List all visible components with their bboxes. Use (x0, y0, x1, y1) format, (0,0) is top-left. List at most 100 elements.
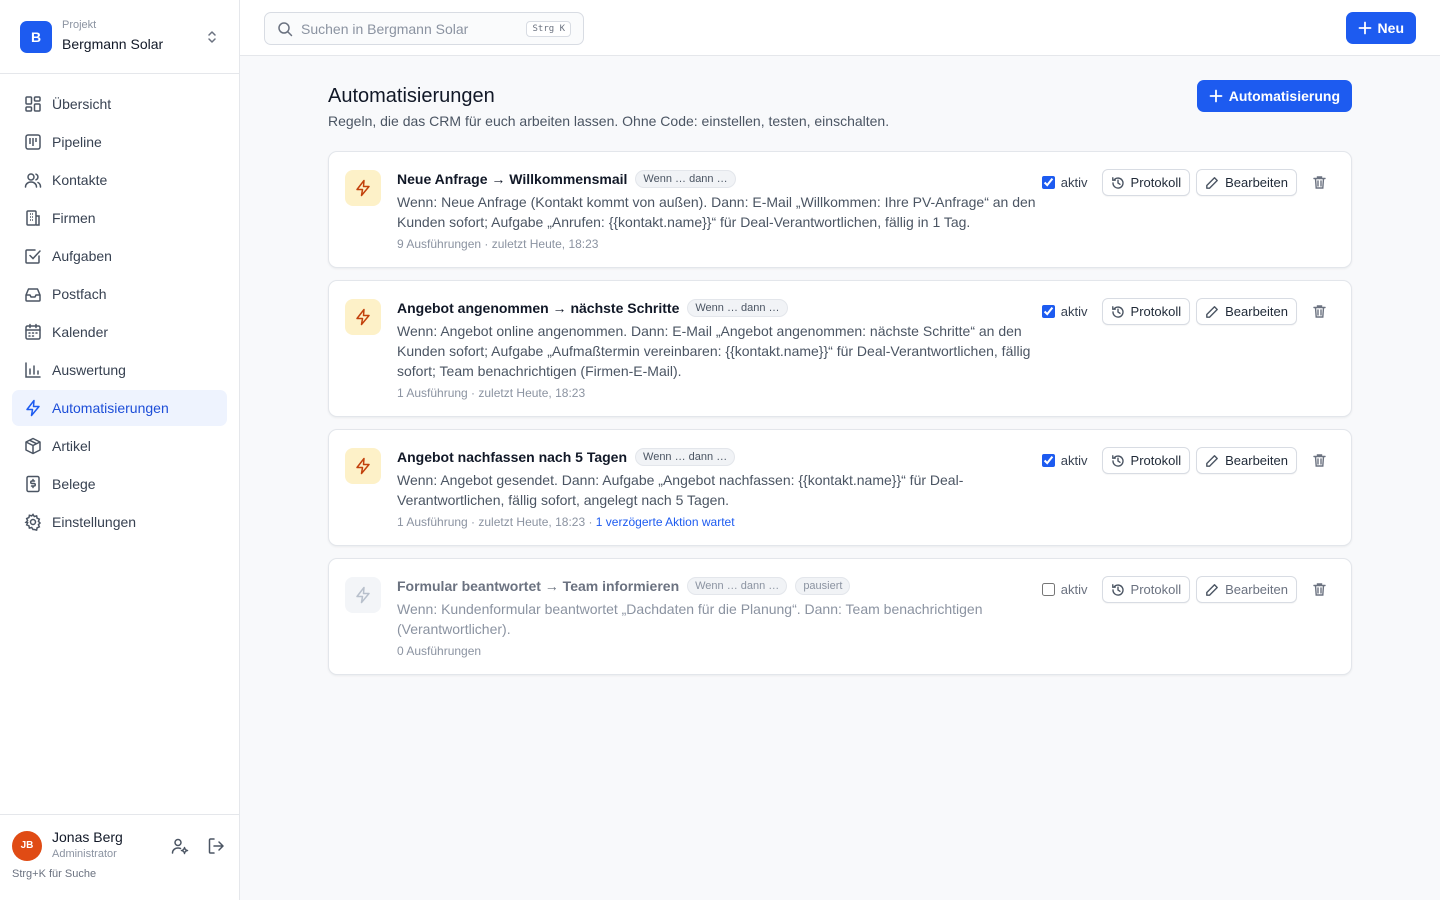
automation-card: Angebot angenommen → nächste Schritte We… (328, 280, 1352, 417)
gear-icon (24, 513, 42, 531)
project-kicker: Projekt (62, 19, 97, 31)
page-subtitle: Regeln, die das CRM für euch arbeiten la… (328, 113, 890, 129)
nav-label: Firmen (52, 210, 96, 226)
nav-item-kontakte[interactable]: Kontakte (12, 162, 227, 198)
bolt-icon (345, 299, 381, 335)
new-button[interactable]: Neu (1345, 12, 1416, 44)
rule-type-chip: Wenn … dann … (635, 170, 736, 188)
project-switcher[interactable]: B Projekt Bergmann Solar (0, 0, 239, 74)
search-icon (277, 21, 293, 37)
rule-type-chip: Wenn … dann … (687, 577, 788, 595)
search-input[interactable] (301, 20, 527, 37)
nav-item-artikel[interactable]: Artikel (12, 428, 227, 464)
building-icon (24, 209, 42, 227)
log-button[interactable]: Protokoll (1101, 576, 1191, 603)
edit-label: Bearbeiten (1225, 582, 1288, 597)
history-icon (1111, 176, 1125, 190)
users-icon (24, 171, 42, 189)
edit-label: Bearbeiten (1225, 304, 1288, 319)
nav-item-aufgaben[interactable]: Aufgaben (12, 238, 227, 274)
automation-description: Wenn: Neue Anfrage (Kontakt kommt von au… (397, 194, 1036, 230)
search-shortcut-hint: Strg+K für Suche (12, 868, 97, 880)
automation-title: Angebot nachfassen nach 5 Tagen (397, 449, 628, 465)
nav-item-einstellungen[interactable]: Einstellungen (12, 504, 227, 540)
active-checkbox[interactable] (1041, 583, 1055, 596)
edit-button[interactable]: Bearbeiten (1196, 576, 1297, 603)
active-checkbox[interactable] (1041, 454, 1055, 467)
pencil-icon (1205, 454, 1219, 468)
trash-icon[interactable] (1307, 171, 1331, 195)
log-label: Protokoll (1130, 304, 1182, 319)
nav-item-belege[interactable]: Belege (12, 466, 227, 502)
automation-meta: 1 Ausführung · zuletzt Heute, 18:23 · 1 … (397, 515, 1331, 529)
pipeline-icon (24, 133, 42, 151)
automation-meta-text: 1 Ausführung · zuletzt Heute, 18:23 · (397, 515, 596, 529)
nav-label: Automatisierungen (52, 400, 169, 416)
checkbox-icon (24, 247, 42, 265)
project-text: Projekt Bergmann Solar (62, 19, 205, 54)
page-title: Automatisierungen (328, 85, 495, 107)
nav-label: Kalender (52, 324, 109, 340)
nav-label: Postfach (52, 286, 107, 302)
active-toggle[interactable]: aktiv (1041, 582, 1088, 597)
nav-item-postfach[interactable]: Postfach (12, 276, 227, 312)
edit-button[interactable]: Bearbeiten (1196, 447, 1297, 474)
chevron-updown-icon[interactable] (205, 27, 219, 47)
user-settings-icon[interactable] (169, 835, 191, 857)
nav-label: Artikel (52, 438, 91, 454)
automation-title: Formular beantwortet → Team informieren (397, 578, 680, 594)
automation-description: Wenn: Angebot online angenommen. Dann: E… (397, 323, 1031, 379)
bolt-icon (345, 577, 381, 613)
active-toggle[interactable]: aktiv (1041, 175, 1088, 190)
inbox-icon (24, 285, 42, 303)
trash-icon[interactable] (1307, 300, 1331, 324)
project-name: Bergmann Solar (62, 36, 164, 52)
delayed-action-link[interactable]: 1 verzögerte Aktion wartet (596, 515, 735, 529)
nav-item-kalender[interactable]: Kalender (12, 314, 227, 350)
log-button[interactable]: Protokoll (1101, 447, 1191, 474)
active-label: aktiv (1060, 582, 1088, 597)
log-label: Protokoll (1130, 453, 1182, 468)
status-badge: pausiert (795, 577, 851, 595)
add-automation-button[interactable]: Automatisierung (1196, 80, 1352, 112)
automation-description: Wenn: Angebot gesendet. Dann: Aufgabe „A… (397, 472, 964, 508)
automation-actions: aktiv Protokoll Bearbeiten (1041, 447, 1331, 474)
avatar[interactable]: JB (12, 830, 42, 861)
active-checkbox[interactable] (1041, 176, 1055, 189)
automation-meta: 1 Ausführung · zuletzt Heute, 18:23 (397, 386, 586, 400)
active-toggle[interactable]: aktiv (1041, 453, 1088, 468)
search-shortcut: Strg K (526, 20, 571, 37)
receipt-icon (24, 475, 42, 493)
active-toggle[interactable]: aktiv (1041, 304, 1088, 319)
main-nav: Übersicht Pipeline Kontakte Firmen Aufga… (0, 74, 239, 540)
rule-type-chip: Wenn … dann … (635, 448, 736, 466)
package-icon (24, 437, 42, 455)
active-checkbox[interactable] (1041, 305, 1055, 318)
automation-card: Neue Anfrage → Willkommensmail Wenn … da… (328, 151, 1352, 268)
plus-icon (1209, 89, 1223, 103)
log-button[interactable]: Protokoll (1101, 298, 1191, 325)
automation-description: Wenn: Kundenformular beantwortet „Dachda… (397, 601, 983, 637)
nav-item-firmen[interactable]: Firmen (12, 200, 227, 236)
trash-icon[interactable] (1307, 578, 1331, 602)
main-content: Automatisierungen Regeln, die das CRM fü… (328, 56, 1352, 687)
history-icon (1111, 305, 1125, 319)
edit-label: Bearbeiten (1225, 453, 1288, 468)
nav-item-pipeline[interactable]: Pipeline (12, 124, 227, 160)
log-button[interactable]: Protokoll (1101, 169, 1191, 196)
nav-item-auswertung[interactable]: Auswertung (12, 352, 227, 388)
log-label: Protokoll (1130, 175, 1182, 190)
trash-icon[interactable] (1307, 449, 1331, 473)
logout-icon[interactable] (205, 835, 227, 857)
automation-actions: aktiv Protokoll Bearbeiten (1041, 298, 1331, 325)
nav-item-uebersicht[interactable]: Übersicht (12, 86, 227, 122)
page-header: Automatisierungen Regeln, die das CRM fü… (328, 56, 1352, 151)
nav-label: Belege (52, 476, 96, 492)
history-icon (1111, 583, 1125, 597)
search-box[interactable]: Strg K (264, 12, 584, 45)
nav-label: Pipeline (52, 134, 102, 150)
nav-item-automatisierungen[interactable]: Automatisierungen (12, 390, 227, 426)
edit-button[interactable]: Bearbeiten (1196, 298, 1297, 325)
edit-button[interactable]: Bearbeiten (1196, 169, 1297, 196)
rule-type-chip: Wenn … dann … (687, 299, 788, 317)
